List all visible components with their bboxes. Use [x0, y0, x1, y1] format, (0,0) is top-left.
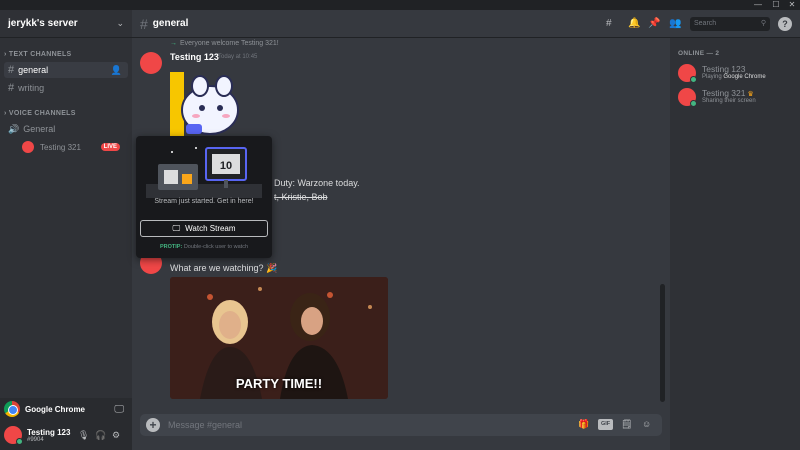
- invite-user-icon[interactable]: 👤: [111, 65, 122, 76]
- online-status-dot: [690, 76, 697, 83]
- channel-writing[interactable]: # writing: [4, 80, 128, 96]
- settings-icon[interactable]: ⚙: [112, 430, 120, 441]
- threads-icon[interactable]: #: [606, 18, 612, 29]
- channel-label: general: [18, 65, 49, 75]
- member-status: Sharing their screen: [702, 98, 756, 104]
- message-text: What are we watching? 🎉: [170, 263, 277, 274]
- window-titlebar: — ☐ ✕: [0, 0, 800, 10]
- member-name: Testing 321 ♛: [702, 88, 754, 98]
- message-timestamp: Today at 10:45: [218, 54, 258, 60]
- protip-label: PROTIP:: [159, 244, 183, 250]
- microphone-icon[interactable]: 🎙: [78, 430, 89, 441]
- search-placeholder: Search: [694, 20, 717, 27]
- online-status-dot: [16, 438, 23, 445]
- member-list: ONLINE — 2 Testing 123 Playing Google Ch…: [670, 38, 800, 450]
- headphones-icon[interactable]: 🎧: [95, 430, 106, 441]
- gift-icon[interactable]: 🎁: [578, 419, 589, 430]
- voice-channels-category[interactable]: › VOICE CHANNELS: [0, 107, 80, 121]
- join-arrow-icon: →: [170, 40, 177, 47]
- sticker-image: [170, 72, 239, 138]
- member-name-text: Testing 321: [702, 88, 746, 98]
- protip-text: Double-click user to watch: [183, 244, 249, 250]
- channel-title: general: [152, 18, 189, 29]
- user-name: Testing 123: [27, 427, 71, 437]
- protip: PROTIP: Double-click user to watch: [136, 244, 272, 250]
- gif-image[interactable]: PARTY TIME!!: [170, 277, 388, 399]
- gif-button[interactable]: GIF: [598, 419, 614, 430]
- avatar: [678, 64, 697, 83]
- server-name: jerykk's server: [8, 18, 78, 29]
- voice-channel-general[interactable]: 🔊 General: [4, 121, 128, 137]
- message-text: Duty: Warzone today.: [274, 178, 360, 188]
- stream-cta: Stream just started. Get in here!: [154, 198, 254, 205]
- help-icon[interactable]: ?: [778, 17, 792, 31]
- user-tag: #9904: [27, 436, 44, 443]
- members-icon[interactable]: 👥: [669, 18, 681, 29]
- status-prefix: Playing: [702, 74, 722, 80]
- member-name: Testing 123: [702, 64, 746, 74]
- search-icon: ⚲: [760, 20, 766, 27]
- maximize-button[interactable]: ☐: [770, 0, 782, 10]
- screen-share-icon[interactable]: 🖵: [114, 404, 124, 415]
- chrome-icon: [4, 401, 20, 417]
- channel-label: writing: [18, 83, 45, 93]
- server-header[interactable]: jerykk's server ⌄: [0, 10, 132, 38]
- channel-sidebar: jerykk's server ⌄ › TEXT CHANNELS # gene…: [0, 10, 132, 450]
- stream-popup: 10 Stream just started. Get in here! 🖵 W…: [136, 136, 272, 258]
- svg-text:10: 10: [220, 160, 232, 172]
- emoji-icon[interactable]: ☺: [642, 419, 651, 429]
- message-author[interactable]: Testing 123: [170, 52, 219, 62]
- watch-stream-label: Watch Stream: [185, 224, 236, 233]
- voice-user[interactable]: Testing 321 LIVE: [22, 140, 126, 154]
- system-message: → Everyone welcome Testing 321!: [170, 40, 279, 47]
- avatar: [678, 88, 697, 107]
- attach-plus-icon[interactable]: +: [146, 418, 160, 432]
- status-activity: Google Chrome: [723, 74, 766, 80]
- text-channels-category[interactable]: › TEXT CHANNELS: [0, 48, 76, 62]
- watch-stream-button[interactable]: 🖵 Watch Stream: [140, 220, 268, 237]
- avatar[interactable]: [140, 52, 162, 74]
- live-badge: LIVE: [100, 143, 120, 151]
- voice-user-name: Testing 321: [40, 142, 81, 152]
- channel-header: # general # 🔔 📌 👥 Search ⚲ ?: [132, 10, 800, 38]
- online-status-dot: [690, 100, 697, 107]
- party-emoji: 🎉: [266, 263, 278, 273]
- activity-name: Google Chrome: [25, 404, 86, 414]
- message-text: t, Kristie, Bob: [274, 192, 328, 202]
- speaker-icon: 🔊: [8, 123, 20, 134]
- hash-icon: #: [140, 15, 148, 32]
- hash-icon: #: [8, 64, 15, 76]
- message-input[interactable]: [168, 417, 548, 433]
- close-button[interactable]: ✕: [786, 0, 798, 10]
- member-status: Playing Google Chrome: [702, 74, 766, 80]
- channel-general[interactable]: # general 👤: [4, 62, 128, 78]
- online-heading: ONLINE — 2: [678, 50, 720, 57]
- member-item[interactable]: Testing 123 Playing Google Chrome: [678, 62, 796, 83]
- stream-illustration: 10: [146, 147, 262, 198]
- message-composer: + 🎁 GIF 🗒 ☺: [140, 414, 662, 436]
- channel-label: General: [23, 124, 56, 134]
- chevron-down-icon: ⌄: [116, 18, 124, 28]
- avatar: [22, 141, 34, 153]
- search-input[interactable]: Search ⚲: [690, 17, 770, 31]
- crown-icon: ♛: [747, 91, 754, 98]
- monitor-icon: 🖵: [172, 223, 181, 233]
- user-info: Testing 123 #9904: [27, 428, 70, 443]
- system-message-text: Everyone welcome Testing 321!: [180, 40, 279, 47]
- sticker-icon[interactable]: 🗒: [621, 419, 632, 430]
- bell-icon[interactable]: 🔔: [628, 18, 640, 29]
- minimize-button[interactable]: —: [752, 0, 764, 10]
- pin-icon[interactable]: 📌: [648, 18, 660, 29]
- member-item[interactable]: Testing 321 ♛ Sharing their screen: [678, 86, 796, 107]
- scrollbar[interactable]: [660, 284, 665, 402]
- avatar[interactable]: [4, 426, 23, 445]
- category-label: TEXT CHANNELS: [8, 51, 72, 58]
- hash-icon: #: [8, 82, 15, 94]
- gif-caption: PARTY TIME!!: [235, 376, 323, 391]
- message-text-content: What are we watching?: [170, 263, 264, 273]
- activity-panel: Google Chrome 🖵: [0, 398, 132, 420]
- category-label: VOICE CHANNELS: [8, 110, 76, 117]
- user-panel: Testing 123 #9904 🎙 🎧 ⚙: [0, 420, 132, 450]
